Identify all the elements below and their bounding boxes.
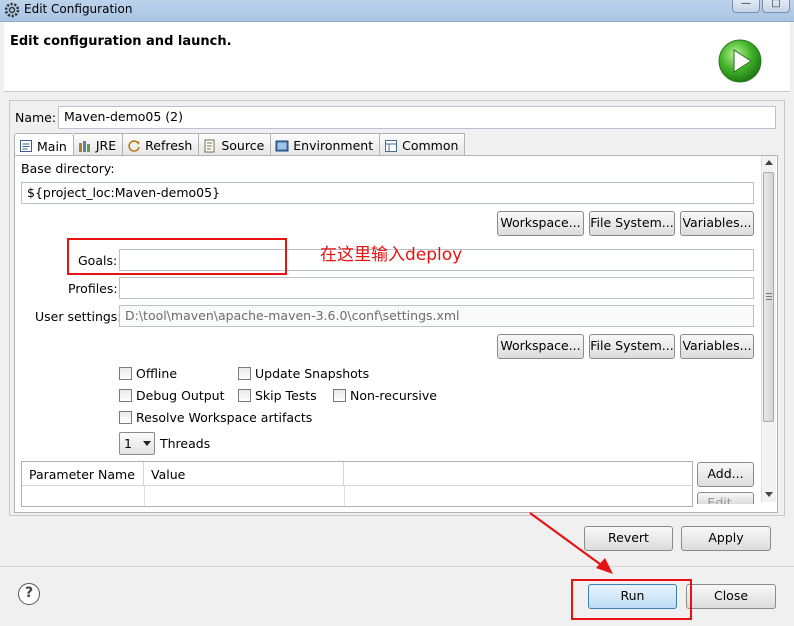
non-recursive-label: Non-recursive xyxy=(350,388,437,403)
base-directory-label: Base directory: xyxy=(21,161,115,176)
apply-button[interactable]: Apply xyxy=(681,526,771,551)
user-settings-input[interactable]: D:\tool\maven\apache-maven-3.6.0\conf\se… xyxy=(119,305,754,327)
base-file-system-button[interactable]: File System... xyxy=(589,211,675,236)
debug-output-checkbox-box[interactable] xyxy=(119,389,132,402)
arrow-annotation-icon xyxy=(529,512,613,574)
parameter-name-column-header[interactable]: Parameter Name xyxy=(22,462,144,486)
threads-value: 1 xyxy=(124,436,132,451)
scrollbar-thumb[interactable] xyxy=(763,172,774,422)
minimize-button[interactable]: — xyxy=(732,0,760,13)
tab-source-label: Source xyxy=(221,138,265,153)
profiles-input[interactable] xyxy=(119,277,754,299)
threads-select[interactable]: 1 xyxy=(119,432,155,455)
parameter-table[interactable]: Parameter Name Value xyxy=(21,461,693,507)
tab-environment-label: Environment xyxy=(293,138,374,153)
skip-tests-checkbox-box[interactable] xyxy=(238,389,251,402)
resolve-workspace-checkbox[interactable]: Resolve Workspace artifacts xyxy=(119,410,312,425)
panel-scrollbar[interactable] xyxy=(761,156,776,502)
tab-main[interactable]: Main xyxy=(14,133,74,156)
tab-bar: Main JRE Refresh Source Environment Comm… xyxy=(14,133,466,156)
non-recursive-checkbox-box[interactable] xyxy=(333,389,346,402)
banner-title: Edit configuration and launch. xyxy=(10,34,232,49)
jre-library-icon xyxy=(78,140,90,152)
offline-checkbox[interactable]: Offline xyxy=(119,366,177,381)
skip-tests-label: Skip Tests xyxy=(255,388,317,403)
add-parameter-button[interactable]: Add... xyxy=(697,462,754,487)
resolve-workspace-checkbox-box[interactable] xyxy=(119,411,132,424)
user-settings-label: User settings: xyxy=(35,309,122,324)
dialog-banner: Edit configuration and launch. xyxy=(4,22,790,92)
maximize-button[interactable]: □ xyxy=(762,0,790,13)
offline-checkbox-box[interactable] xyxy=(119,367,132,380)
settings-workspace-button[interactable]: Workspace... xyxy=(497,334,584,359)
title-bar: Edit Configuration — □ xyxy=(0,0,794,22)
tab-jre[interactable]: JRE xyxy=(73,133,124,155)
base-directory-input[interactable]: ${project_loc:Maven-demo05} xyxy=(21,182,754,204)
tab-refresh[interactable]: Refresh xyxy=(123,133,200,155)
name-input[interactable]: Maven-demo05 (2) xyxy=(58,106,776,129)
main-tab-icon xyxy=(20,140,32,152)
goals-highlight-box xyxy=(67,238,287,275)
update-snapshots-checkbox[interactable]: Update Snapshots xyxy=(238,366,369,381)
scroll-down-arrow-icon[interactable] xyxy=(765,492,773,498)
common-icon xyxy=(385,139,398,152)
debug-output-label: Debug Output xyxy=(136,388,225,403)
window-title: Edit Configuration xyxy=(24,2,133,16)
tab-environment[interactable]: Environment xyxy=(271,133,381,155)
threads-label: Threads xyxy=(160,436,211,451)
tab-common[interactable]: Common xyxy=(380,133,466,155)
tab-jre-label: JRE xyxy=(95,138,117,153)
empty-column-header xyxy=(344,462,692,486)
name-label: Name: xyxy=(15,110,57,125)
chevron-down-icon xyxy=(143,441,151,446)
value-column-header[interactable]: Value xyxy=(144,462,344,486)
footer-divider xyxy=(0,566,794,567)
column-divider xyxy=(344,486,345,506)
debug-output-checkbox[interactable]: Debug Output xyxy=(119,388,225,403)
settings-file-system-button[interactable]: File System... xyxy=(589,334,675,359)
run-launch-icon xyxy=(718,39,762,83)
settings-variables-button[interactable]: Variables... xyxy=(680,334,754,359)
annotation-text: 在这里输入deploy xyxy=(320,245,463,265)
profiles-label: Profiles: xyxy=(68,281,118,296)
refresh-icon xyxy=(128,139,141,152)
gear-icon xyxy=(4,2,20,18)
environment-icon xyxy=(275,140,289,151)
tab-common-label: Common xyxy=(402,138,459,153)
edit-parameter-button[interactable]: Edit... xyxy=(697,492,754,504)
tab-source[interactable]: Source xyxy=(199,133,272,155)
skip-tests-checkbox[interactable]: Skip Tests xyxy=(238,388,317,403)
update-snapshots-checkbox-box[interactable] xyxy=(238,367,251,380)
help-icon[interactable]: ? xyxy=(18,583,40,605)
update-snapshots-label: Update Snapshots xyxy=(255,366,370,381)
base-workspace-button[interactable]: Workspace... xyxy=(497,211,584,236)
offline-label: Offline xyxy=(136,366,178,381)
column-divider xyxy=(144,486,145,506)
tab-main-label: Main xyxy=(37,138,67,154)
scroll-up-arrow-icon[interactable] xyxy=(765,160,773,166)
resolve-workspace-label: Resolve Workspace artifacts xyxy=(136,410,313,425)
tab-refresh-label: Refresh xyxy=(145,138,193,153)
non-recursive-checkbox[interactable]: Non-recursive xyxy=(333,388,437,403)
base-variables-button[interactable]: Variables... xyxy=(680,211,754,236)
close-button[interactable]: Close xyxy=(686,584,776,609)
source-icon xyxy=(204,139,215,152)
run-highlight-box xyxy=(571,579,692,620)
